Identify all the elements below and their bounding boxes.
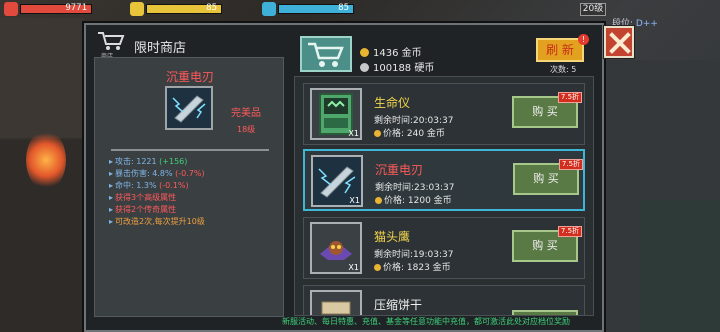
hp-icon bbox=[4, 2, 18, 16]
shop-title: 限时商店 bbox=[134, 41, 187, 56]
energy-value: 85 bbox=[206, 3, 217, 13]
shield-value: 85 bbox=[338, 3, 349, 13]
trait-3: ▸ 可改造2次,每次提升10级 bbox=[109, 217, 205, 226]
gold-coin-icon bbox=[375, 197, 382, 204]
gold-coin-icon bbox=[374, 264, 381, 271]
stat-accuracy-label: 命中: 1.3% bbox=[115, 181, 157, 190]
stat-attack: ▸ 攻击: 1221 (+156) bbox=[109, 157, 188, 166]
card-price: 价格: 240 金币 bbox=[374, 126, 445, 139]
detail-quality: 完美品 bbox=[231, 108, 261, 119]
stat-attack-delta: (+156) bbox=[159, 157, 188, 166]
detail-divider bbox=[111, 149, 269, 151]
close-button[interactable] bbox=[604, 26, 634, 58]
trait-2-text: 获得2个传奇属性 bbox=[115, 205, 177, 214]
refresh-count: 次数: 5 bbox=[550, 65, 577, 74]
stat-accuracy-delta: (-0.1%) bbox=[159, 181, 189, 190]
background-fire bbox=[26, 130, 66, 190]
hp-value: 9771 bbox=[65, 3, 87, 13]
shop-item-card[interactable]: 压缩饼干 bbox=[303, 285, 585, 315]
trait-2: ▸ 获得2个传奇属性 bbox=[109, 205, 177, 214]
stat-crit-damage: ▸ 暴击伤害: 4.8% (-0.7%) bbox=[109, 169, 205, 178]
background-grass bbox=[640, 200, 720, 332]
shop-cart-large-icon bbox=[300, 36, 352, 72]
card-icon-frame bbox=[310, 290, 362, 315]
card-time: 剩余时间:23:03:37 bbox=[375, 183, 455, 193]
card-time: 剩余时间:19:03:37 bbox=[374, 250, 454, 260]
shop-item-card-selected[interactable]: X1 沉重电刃 剩余时间:23:03:37 价格: 1200 金币 购 买 7.… bbox=[303, 149, 585, 211]
gold-balance: 1436 金币 bbox=[360, 44, 422, 59]
shield-icon bbox=[262, 2, 276, 16]
discount-badge: 7.5折 bbox=[558, 226, 582, 237]
card-price-text: 价格: 1200 金币 bbox=[384, 196, 452, 206]
detail-level: 18级 bbox=[237, 125, 256, 134]
background-building bbox=[0, 18, 84, 138]
trait-1-text: 获得3个高级属性 bbox=[115, 193, 177, 202]
gold-coin-icon bbox=[360, 48, 369, 57]
gold-coin-icon bbox=[374, 130, 381, 137]
detail-item-name: 沉重电刃 bbox=[165, 70, 214, 84]
discount-badge: 7.5折 bbox=[559, 159, 583, 170]
card-icon-frame: X1 bbox=[310, 88, 362, 140]
electric-blade-icon bbox=[167, 88, 211, 128]
trait-3-text: 可改造2次,每次提升10级 bbox=[115, 217, 205, 226]
refresh-alert-badge: ! bbox=[578, 34, 589, 45]
energy-bar: 85 bbox=[146, 3, 222, 14]
card-icon-frame: X1 bbox=[310, 222, 362, 274]
coin-balance-text: 100188 硬币 bbox=[373, 63, 435, 74]
detail-stats: ▸ 攻击: 1221 (+156) ▸ 暴击伤害: 4.8% (-0.7%) ▸ 命中… bbox=[109, 156, 281, 228]
close-icon bbox=[609, 32, 631, 54]
biscuit-icon bbox=[312, 292, 360, 315]
refresh-button[interactable]: 刷 新 bbox=[536, 38, 584, 62]
card-qty: X1 bbox=[348, 129, 359, 138]
card-name: 生命仪 bbox=[374, 96, 411, 110]
rank-value: D++ bbox=[635, 19, 658, 29]
event-ticker: 新服活动、每日特惠、充值、基金等任意功能中充值，都可激活此处对应档位奖励 bbox=[282, 317, 570, 326]
card-price-text: 价格: 1823 金币 bbox=[383, 263, 451, 273]
stat-crit-damage-delta: (-0.7%) bbox=[175, 169, 205, 178]
shop-item-card[interactable]: X1 生命仪 剩余时间:20:03:37 价格: 240 金币 购 买 7.5折 bbox=[303, 83, 585, 145]
card-icon-frame: X1 bbox=[311, 155, 363, 207]
card-price-text: 价格: 240 金币 bbox=[383, 129, 445, 139]
item-detail-panel: 沉重电刃 完美品 18级 ▸ 攻击: 1221 (+156) ▸ 暴击伤害: 4.8… bbox=[94, 57, 284, 317]
discount-badge: 7.5折 bbox=[558, 92, 582, 103]
card-time: 剩余时间:20:03:37 bbox=[374, 116, 454, 126]
silver-coin-icon bbox=[360, 63, 369, 72]
hp-bar: 9771 bbox=[20, 3, 92, 14]
shield-bar: 85 bbox=[278, 3, 354, 14]
card-price: 价格: 1823 金币 bbox=[374, 260, 451, 273]
detail-item-frame bbox=[165, 86, 213, 130]
player-level: 20级 bbox=[580, 3, 606, 16]
shop-item-list[interactable]: X1 生命仪 剩余时间:20:03:37 价格: 240 金币 购 买 7.5折… bbox=[294, 76, 594, 316]
card-name: 压缩饼干 bbox=[374, 298, 423, 312]
gold-balance-text: 1436 金币 bbox=[373, 48, 422, 59]
energy-icon bbox=[130, 2, 144, 16]
stat-crit-damage-label: 暴击伤害: 4.8% bbox=[115, 169, 173, 178]
card-name: 猫头鹰 bbox=[374, 230, 411, 244]
card-qty: X1 bbox=[349, 196, 360, 205]
coin-balance: 100188 硬币 bbox=[360, 59, 434, 74]
trait-1: ▸ 获得3个高级属性 bbox=[109, 193, 177, 202]
card-name: 沉重电刃 bbox=[375, 163, 424, 177]
stat-accuracy: ▸ 命中: 1.3% (-0.1%) bbox=[109, 181, 189, 190]
shop-item-card[interactable]: X1 猫头鹰 剩余时间:19:03:37 价格: 1823 金币 购 买 7.5… bbox=[303, 217, 585, 279]
card-qty: X1 bbox=[348, 263, 359, 272]
top-hud: 9771 85 85 20级 段位: D++ bbox=[0, 0, 720, 29]
card-price: 价格: 1200 金币 bbox=[375, 193, 452, 206]
stat-attack-label: 攻击: 1221 bbox=[115, 157, 157, 166]
